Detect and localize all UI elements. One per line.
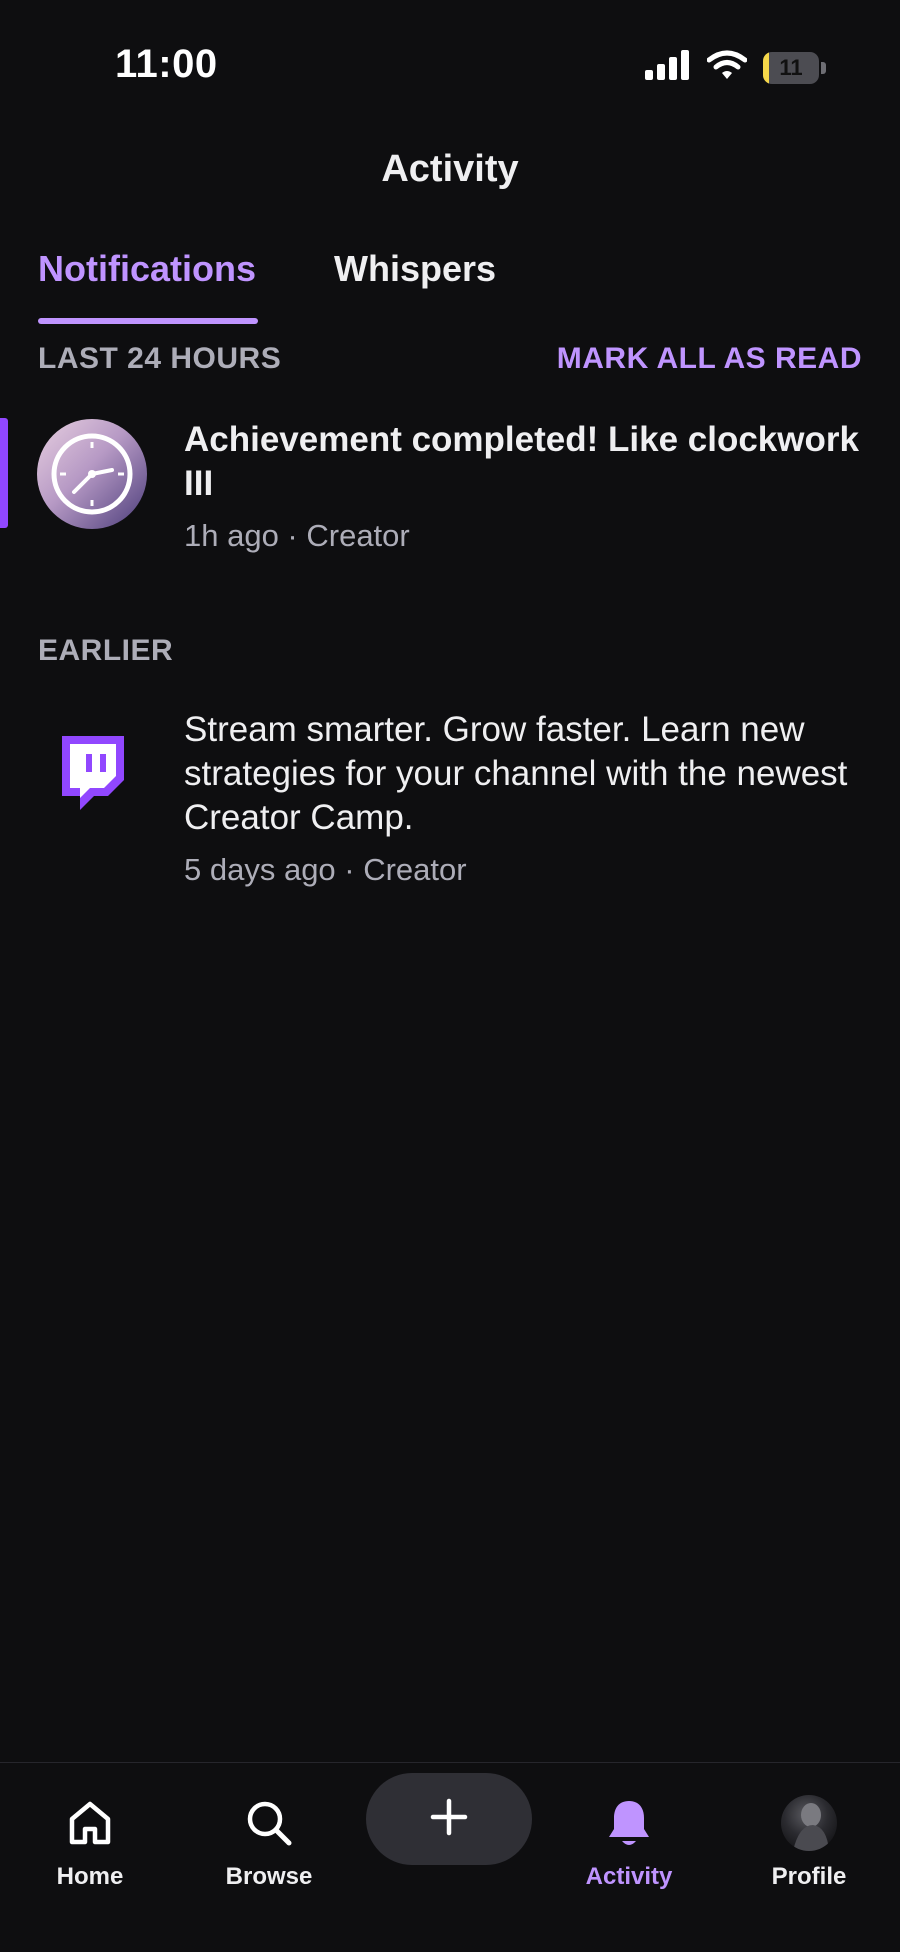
nav-profile[interactable]: Profile xyxy=(739,1795,879,1891)
create-button[interactable] xyxy=(366,1773,532,1865)
nav-browse[interactable]: Browse xyxy=(199,1795,339,1891)
mark-all-read-button[interactable]: MARK ALL AS READ xyxy=(557,342,862,376)
notification-meta: 5 days ago · Creator xyxy=(184,852,467,887)
notification-item[interactable]: Stream smarter. Grow faster. Learn new s… xyxy=(0,708,900,898)
notification-item[interactable]: Achievement completed! Like clockwork II… xyxy=(0,418,900,558)
clock-achievement-icon xyxy=(36,418,148,530)
notification-content: Achievement completed! Like clockwork II… xyxy=(184,418,874,554)
profile-avatar-wrap xyxy=(739,1795,879,1851)
search-icon xyxy=(199,1795,339,1851)
battery-tip xyxy=(821,61,826,74)
plus-icon xyxy=(429,1797,469,1842)
page-title: Activity xyxy=(381,148,519,190)
status-icons: 11 xyxy=(645,50,826,85)
avatar xyxy=(781,1795,837,1851)
notification-meta: 1h ago · Creator xyxy=(184,518,410,553)
nav-label-profile: Profile xyxy=(771,1863,847,1890)
notification-title: Achievement completed! Like clockwork II… xyxy=(184,420,859,503)
section-label-earlier: EARLIER xyxy=(38,634,174,667)
nav-label-browse: Browse xyxy=(225,1863,313,1890)
unread-indicator xyxy=(0,418,8,528)
nav-label-activity: Activity xyxy=(585,1863,673,1890)
home-icon xyxy=(20,1795,160,1851)
nav-activity[interactable]: Activity xyxy=(559,1795,699,1891)
activity-screen: 11:00 11 Activity Notifications Whispers… xyxy=(0,0,900,1952)
wifi-icon xyxy=(706,50,748,85)
nav-home[interactable]: Home xyxy=(20,1795,160,1891)
notification-title: Stream smarter. Grow faster. Learn new s… xyxy=(184,710,848,837)
section-label-recent: LAST 24 HOURS xyxy=(38,342,282,375)
tab-whispers[interactable]: Whispers xyxy=(334,248,496,324)
battery-indicator: 11 xyxy=(763,51,819,84)
signal-icon xyxy=(645,50,691,85)
activity-tabs: Notifications Whispers xyxy=(38,248,496,324)
tab-notifications[interactable]: Notifications xyxy=(38,248,259,324)
status-time: 11:00 xyxy=(115,42,218,86)
twitch-logo-icon xyxy=(36,718,148,830)
section-header-recent: LAST 24 HOURS MARK ALL AS READ xyxy=(38,342,862,376)
section-header-earlier: EARLIER xyxy=(38,634,862,668)
notification-content: Stream smarter. Grow faster. Learn new s… xyxy=(184,708,874,888)
battery-level: 11 xyxy=(779,54,803,80)
nav-label-home: Home xyxy=(56,1863,124,1890)
bell-icon xyxy=(559,1795,699,1851)
status-bar: 11:00 11 xyxy=(0,0,900,130)
